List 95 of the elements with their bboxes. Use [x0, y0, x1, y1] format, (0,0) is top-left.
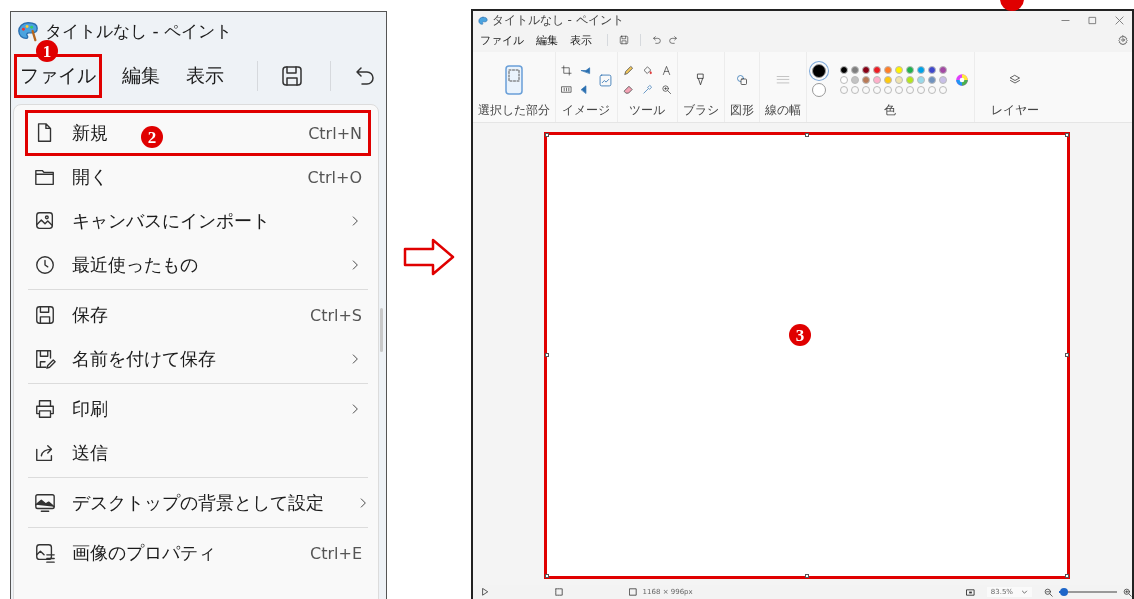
shortcut-label: Ctrl+E — [310, 543, 362, 563]
group-label: 選択した部分 — [477, 102, 550, 119]
group-label: 色 — [884, 102, 897, 119]
color-swatch[interactable] — [916, 66, 925, 74]
color-swatch[interactable] — [850, 66, 859, 74]
text-icon[interactable] — [660, 65, 672, 76]
resize-handle[interactable] — [1064, 574, 1069, 578]
menu-button[interactable]: ファイル — [477, 31, 526, 49]
group-label: イメージ — [562, 102, 611, 119]
zoom-out-icon[interactable] — [1044, 587, 1053, 597]
resize-handle[interactable] — [544, 133, 549, 137]
group-label: ツール — [629, 102, 666, 119]
color-swatch[interactable] — [883, 66, 892, 74]
zoom-in-icon[interactable] — [1123, 587, 1132, 597]
color-swatch[interactable] — [861, 76, 870, 84]
color-swatch[interactable] — [861, 66, 870, 74]
paint-bucket-icon[interactable] — [641, 65, 653, 76]
color-swatch[interactable] — [872, 76, 881, 84]
menu-item[interactable]: 最近使ったもの — [28, 245, 368, 285]
color-swatch[interactable] — [811, 63, 826, 78]
selection-icon — [554, 588, 563, 596]
canvas-size-icon — [628, 588, 637, 596]
color-wheel-icon[interactable] — [954, 73, 969, 87]
save-as-icon — [34, 348, 56, 370]
group-label: 線の幅 — [764, 102, 801, 119]
image-properties-icon — [34, 542, 56, 564]
resize-handle[interactable] — [1064, 353, 1069, 357]
save-icon — [34, 304, 56, 326]
maximize-icon[interactable] — [1088, 16, 1097, 25]
menu-button[interactable]: 編集 — [533, 31, 560, 49]
color-swatch[interactable] — [894, 66, 903, 74]
color-swatch[interactable] — [938, 76, 947, 84]
menu-button[interactable]: 表示 — [183, 57, 227, 95]
clock-icon — [34, 254, 56, 276]
layers-icon[interactable] — [1008, 74, 1021, 86]
group-label: レイヤー — [990, 102, 1039, 119]
group-label: ブラシ — [682, 102, 719, 119]
magnifier-icon[interactable] — [660, 84, 672, 95]
color-swatch[interactable] — [894, 76, 903, 84]
color-picker-icon[interactable] — [641, 84, 653, 95]
color-swatch[interactable] — [839, 76, 848, 84]
resize-handle[interactable] — [544, 574, 549, 578]
fit-to-window-icon[interactable] — [965, 587, 975, 597]
menu-item[interactable]: 印刷 — [28, 383, 368, 429]
redo-icon[interactable] — [667, 35, 678, 45]
eraser-icon[interactable] — [622, 84, 634, 95]
color-swatch[interactable] — [927, 76, 936, 84]
image-import-icon — [34, 210, 56, 232]
shortcut-label: Ctrl+N — [308, 123, 362, 143]
pencil-icon[interactable] — [622, 65, 634, 76]
color-swatch[interactable] — [905, 76, 914, 84]
color-swatch[interactable] — [883, 76, 892, 84]
resize-handle[interactable] — [1064, 133, 1069, 137]
slider-thumb[interactable] — [1059, 588, 1068, 596]
group-label: 図形 — [729, 102, 754, 119]
palette-icon — [477, 15, 488, 26]
pointer-icon — [480, 588, 489, 596]
resize-handle[interactable] — [804, 133, 809, 137]
menu-item[interactable]: 画像のプロパティ Ctrl+E — [28, 527, 368, 573]
arrow-icon — [402, 238, 455, 276]
resize-handle[interactable] — [544, 353, 549, 357]
close-icon[interactable] — [1115, 16, 1124, 25]
menu-item[interactable]: 保存 Ctrl+S — [28, 289, 368, 335]
menu-item[interactable]: 開く Ctrl+O — [28, 157, 368, 197]
color-swatch[interactable] — [938, 66, 947, 74]
brush-icon[interactable] — [695, 73, 707, 87]
window-title: タイトルなし - ペイント — [45, 19, 232, 43]
menu-item[interactable]: 送信 — [28, 433, 368, 473]
shapes-icon[interactable] — [735, 74, 748, 86]
color-swatch[interactable] — [811, 82, 826, 97]
menu-item[interactable]: キャンバスにインポート — [28, 201, 368, 241]
color-swatch[interactable] — [916, 76, 925, 84]
color-swatch[interactable] — [839, 66, 848, 74]
color-swatch[interactable] — [850, 76, 859, 84]
undo-icon[interactable] — [353, 64, 377, 88]
palette-icon — [17, 20, 39, 42]
color-swatch[interactable] — [905, 66, 914, 74]
scrollbar-thumb[interactable] — [379, 308, 383, 352]
window-title: タイトルなし - ペイント — [491, 12, 624, 29]
crop-icon[interactable] — [560, 65, 572, 76]
shortcut-label: Ctrl+S — [309, 305, 362, 325]
settings-icon[interactable] — [1118, 35, 1128, 45]
menu-button[interactable]: 表示 — [567, 31, 594, 49]
menu-button[interactable]: 編集 — [119, 57, 163, 95]
printer-icon — [34, 398, 56, 420]
menu-item[interactable]: デスクトップの背景として設定 — [28, 477, 368, 523]
color-swatch[interactable] — [872, 66, 881, 74]
selection-tool-icon[interactable] — [504, 65, 523, 95]
menu-item[interactable]: 名前を付けて保存 — [28, 339, 368, 379]
resize-handle[interactable] — [804, 574, 809, 578]
caret-icon — [1021, 588, 1028, 596]
shortcut-label: Ctrl+O — [307, 167, 362, 187]
color-swatch[interactable] — [927, 66, 936, 74]
desktop-image-icon — [34, 492, 56, 514]
save-icon[interactable] — [280, 64, 304, 88]
